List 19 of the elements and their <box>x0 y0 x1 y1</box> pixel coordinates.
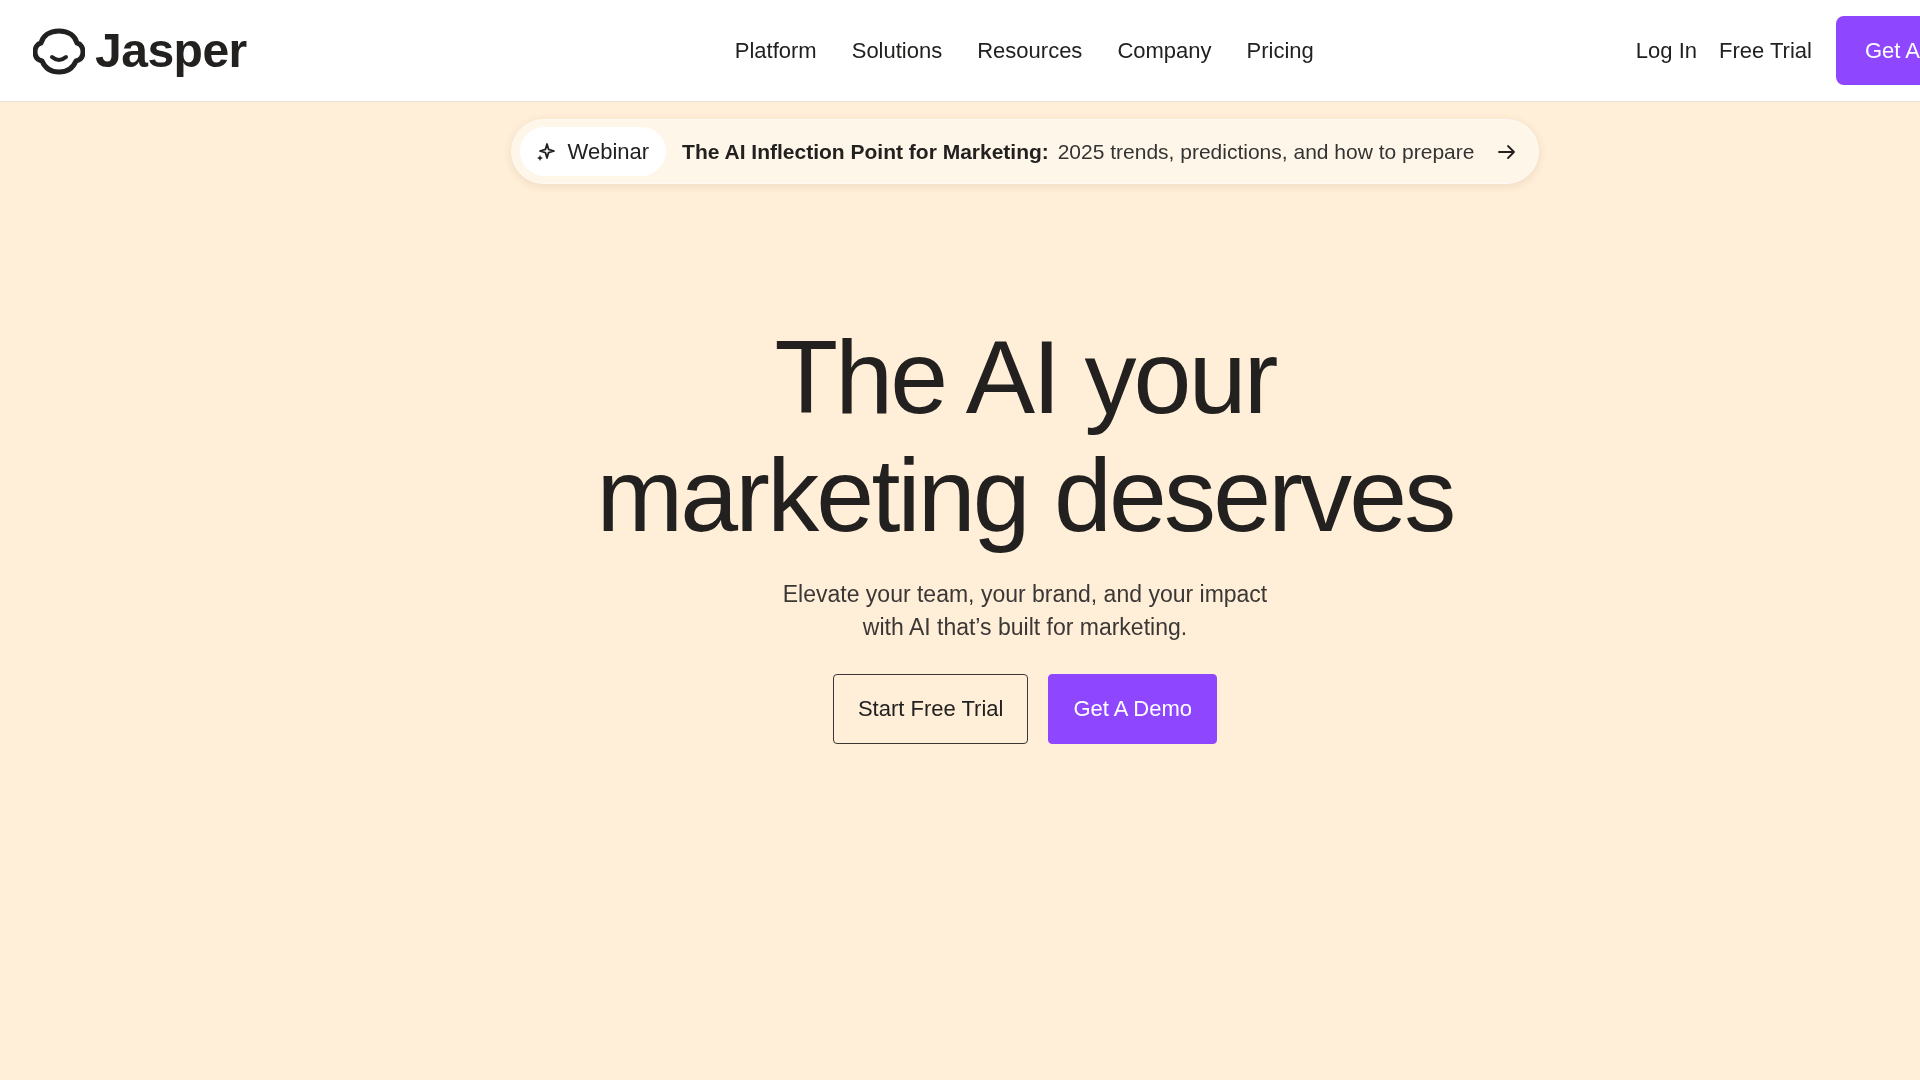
nav-link[interactable]: Solutions <box>851 37 943 64</box>
header-link[interactable]: Log In <box>1635 37 1698 64</box>
start-trial-button[interactable]: Start Free Trial <box>832 674 1029 744</box>
tag-label: Webinar <box>567 138 650 165</box>
hero-heading: The AI your marketing deserves <box>596 318 1454 554</box>
hero-subheading: Elevate your team, your brand, and your impact with AI that’s built for marketing. <box>782 580 1268 642</box>
nav-link[interactable]: Company <box>1117 37 1212 64</box>
nav-link[interactable]: Pricing <box>1246 37 1314 64</box>
sparkle-icon <box>535 141 556 162</box>
header-cta-button[interactable]: Get A <box>1835 16 1920 85</box>
announcement-text: The AI Inflection Point for Marketing: 2025 trends, predictions, and how to prepare <box>682 139 1475 164</box>
nav-link[interactable]: Platform <box>734 37 817 64</box>
nav-link[interactable]: Resources <box>977 37 1083 64</box>
smiley-face-icon <box>33 26 85 75</box>
logo-link[interactable]: Jasper <box>33 23 247 78</box>
arrow-right-icon <box>1498 143 1517 160</box>
header-link[interactable]: Free Trial <box>1719 37 1812 64</box>
announcement-banner[interactable]: Webinar The AI Inflection Point for Marketing: 2025 trends, predictions, and how to prepare <box>510 119 1540 184</box>
demo-button[interactable]: Get A Demo <box>1048 674 1218 744</box>
